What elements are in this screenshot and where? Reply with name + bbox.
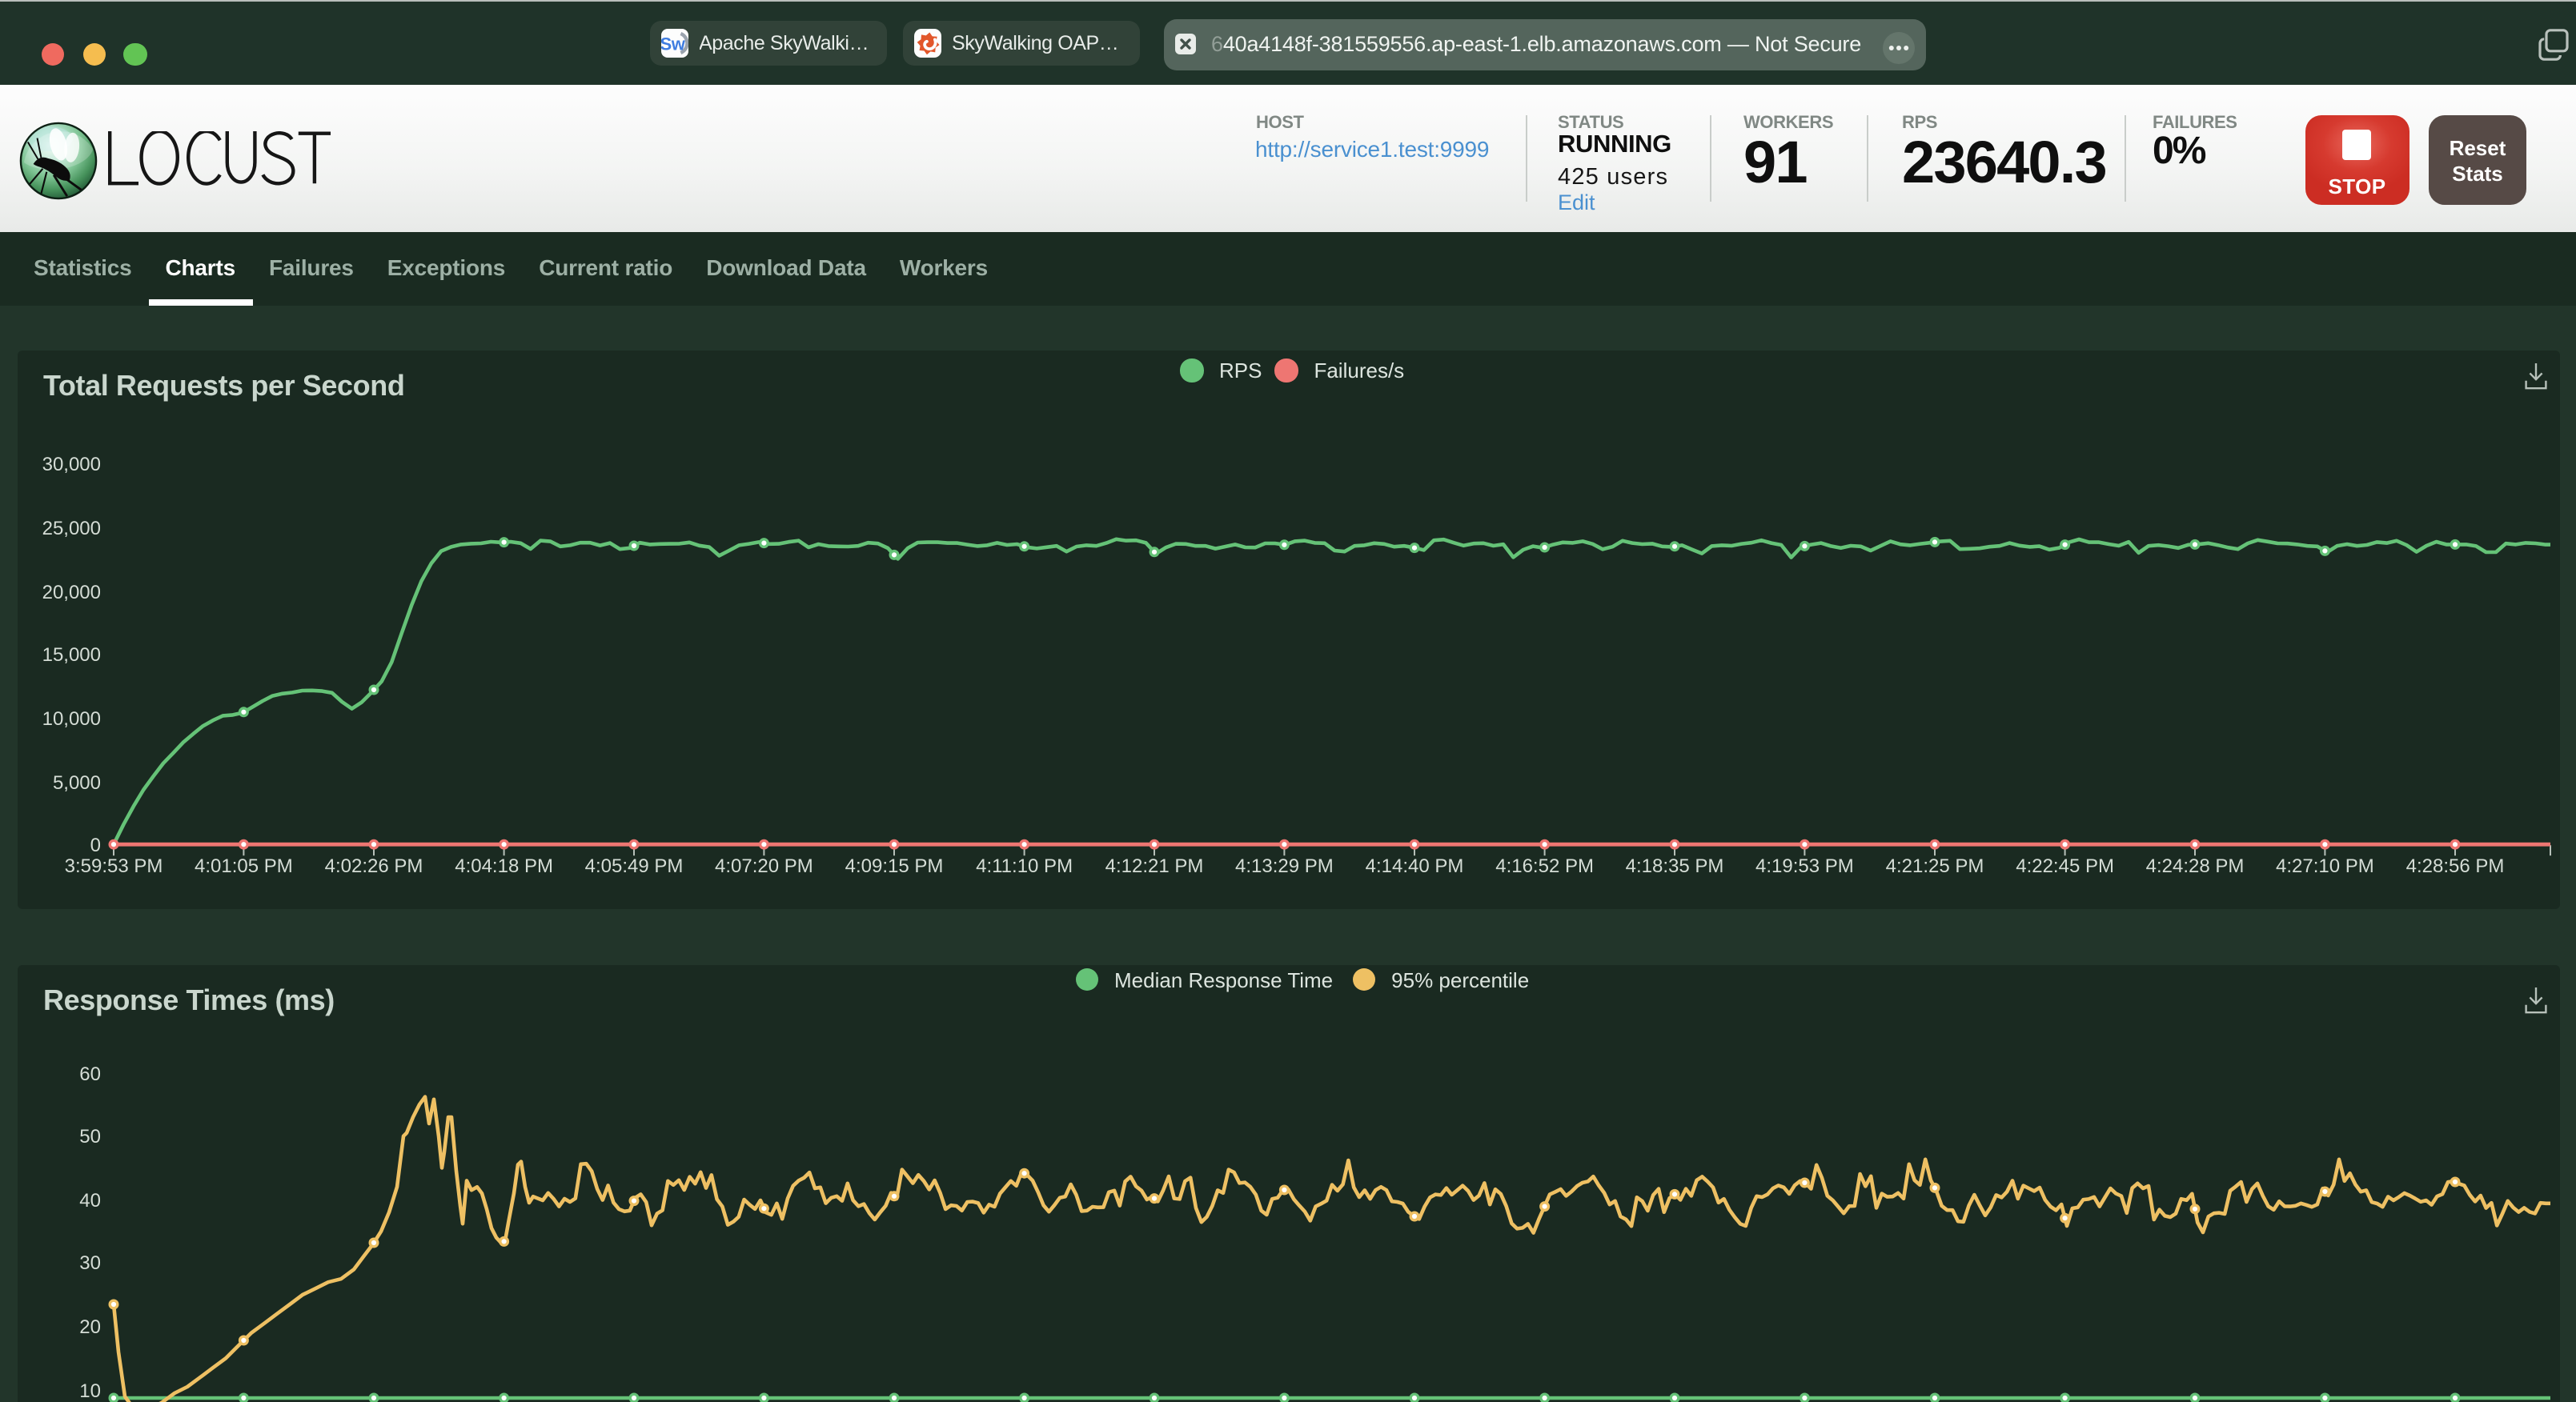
svg-text:Sw: Sw bbox=[660, 34, 685, 54]
